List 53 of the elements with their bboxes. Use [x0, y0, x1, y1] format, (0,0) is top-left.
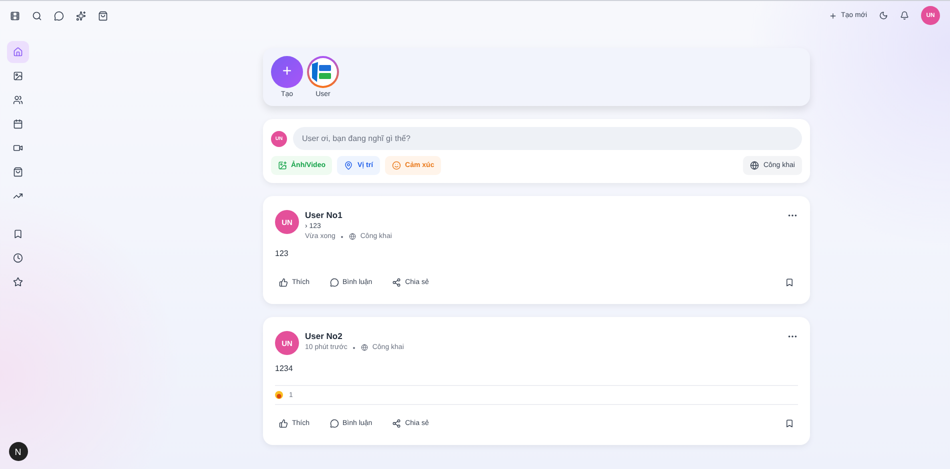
next-badge[interactable]: N [8, 442, 28, 461]
theme-button[interactable] [879, 11, 888, 20]
home-icon [13, 47, 23, 57]
clock-icon [13, 253, 23, 263]
users-icon [13, 95, 23, 105]
globe-icon [349, 233, 356, 240]
post-content: 1234 [275, 364, 294, 373]
image-icon [13, 71, 23, 81]
globe-icon [361, 344, 368, 351]
dot-separator [341, 236, 344, 238]
star-icon [13, 277, 23, 287]
smile-icon [392, 161, 402, 170]
author-name: User No2 [305, 331, 344, 341]
video-camera-icon [13, 143, 23, 153]
film-icon [10, 10, 20, 20]
reaction-icon [275, 391, 283, 399]
trend-icon [13, 191, 23, 201]
shopping-bag-icon [13, 167, 23, 177]
comment-icon [330, 278, 339, 286]
post-content: 123 [275, 249, 290, 258]
post-input-field[interactable]: User ơi, bạn đang nghĩ gì thế? [293, 127, 802, 150]
calendar-icon [13, 119, 23, 129]
shopping-bag-button[interactable] [98, 10, 108, 20]
bookmark-button[interactable] [785, 418, 794, 428]
share-icon [392, 418, 402, 428]
story-avatar[interactable] [307, 56, 339, 88]
bell-icon [900, 11, 909, 20]
search-icon [32, 10, 42, 20]
notification-button[interactable] [900, 11, 909, 20]
create-story-button[interactable]: + [271, 56, 303, 88]
sparkles-icon [76, 10, 86, 20]
bookmark-icon [785, 418, 794, 428]
bookmark-button[interactable] [785, 278, 794, 286]
image-plus-icon [278, 161, 287, 170]
share-icon [392, 278, 402, 286]
bookmark-icon [785, 278, 794, 286]
sparkles-button[interactable] [76, 10, 86, 20]
film-button[interactable] [10, 10, 20, 20]
home-nav-button[interactable] [7, 41, 29, 63]
comment-icon [330, 418, 339, 428]
moon-icon [879, 11, 888, 20]
thumbs-up-icon [279, 418, 288, 428]
bookmark-icon [13, 229, 23, 239]
search-button[interactable] [32, 10, 42, 20]
dot-separator [353, 346, 356, 348]
shopping-bag-icon [98, 10, 108, 20]
globe-icon [750, 161, 760, 170]
chat-button[interactable] [54, 10, 64, 20]
map-pin-icon [344, 161, 354, 170]
plus-icon [829, 12, 838, 20]
author-name: User No1 [305, 210, 344, 220]
chat-icon [54, 10, 64, 20]
thumbs-up-icon [279, 278, 288, 286]
